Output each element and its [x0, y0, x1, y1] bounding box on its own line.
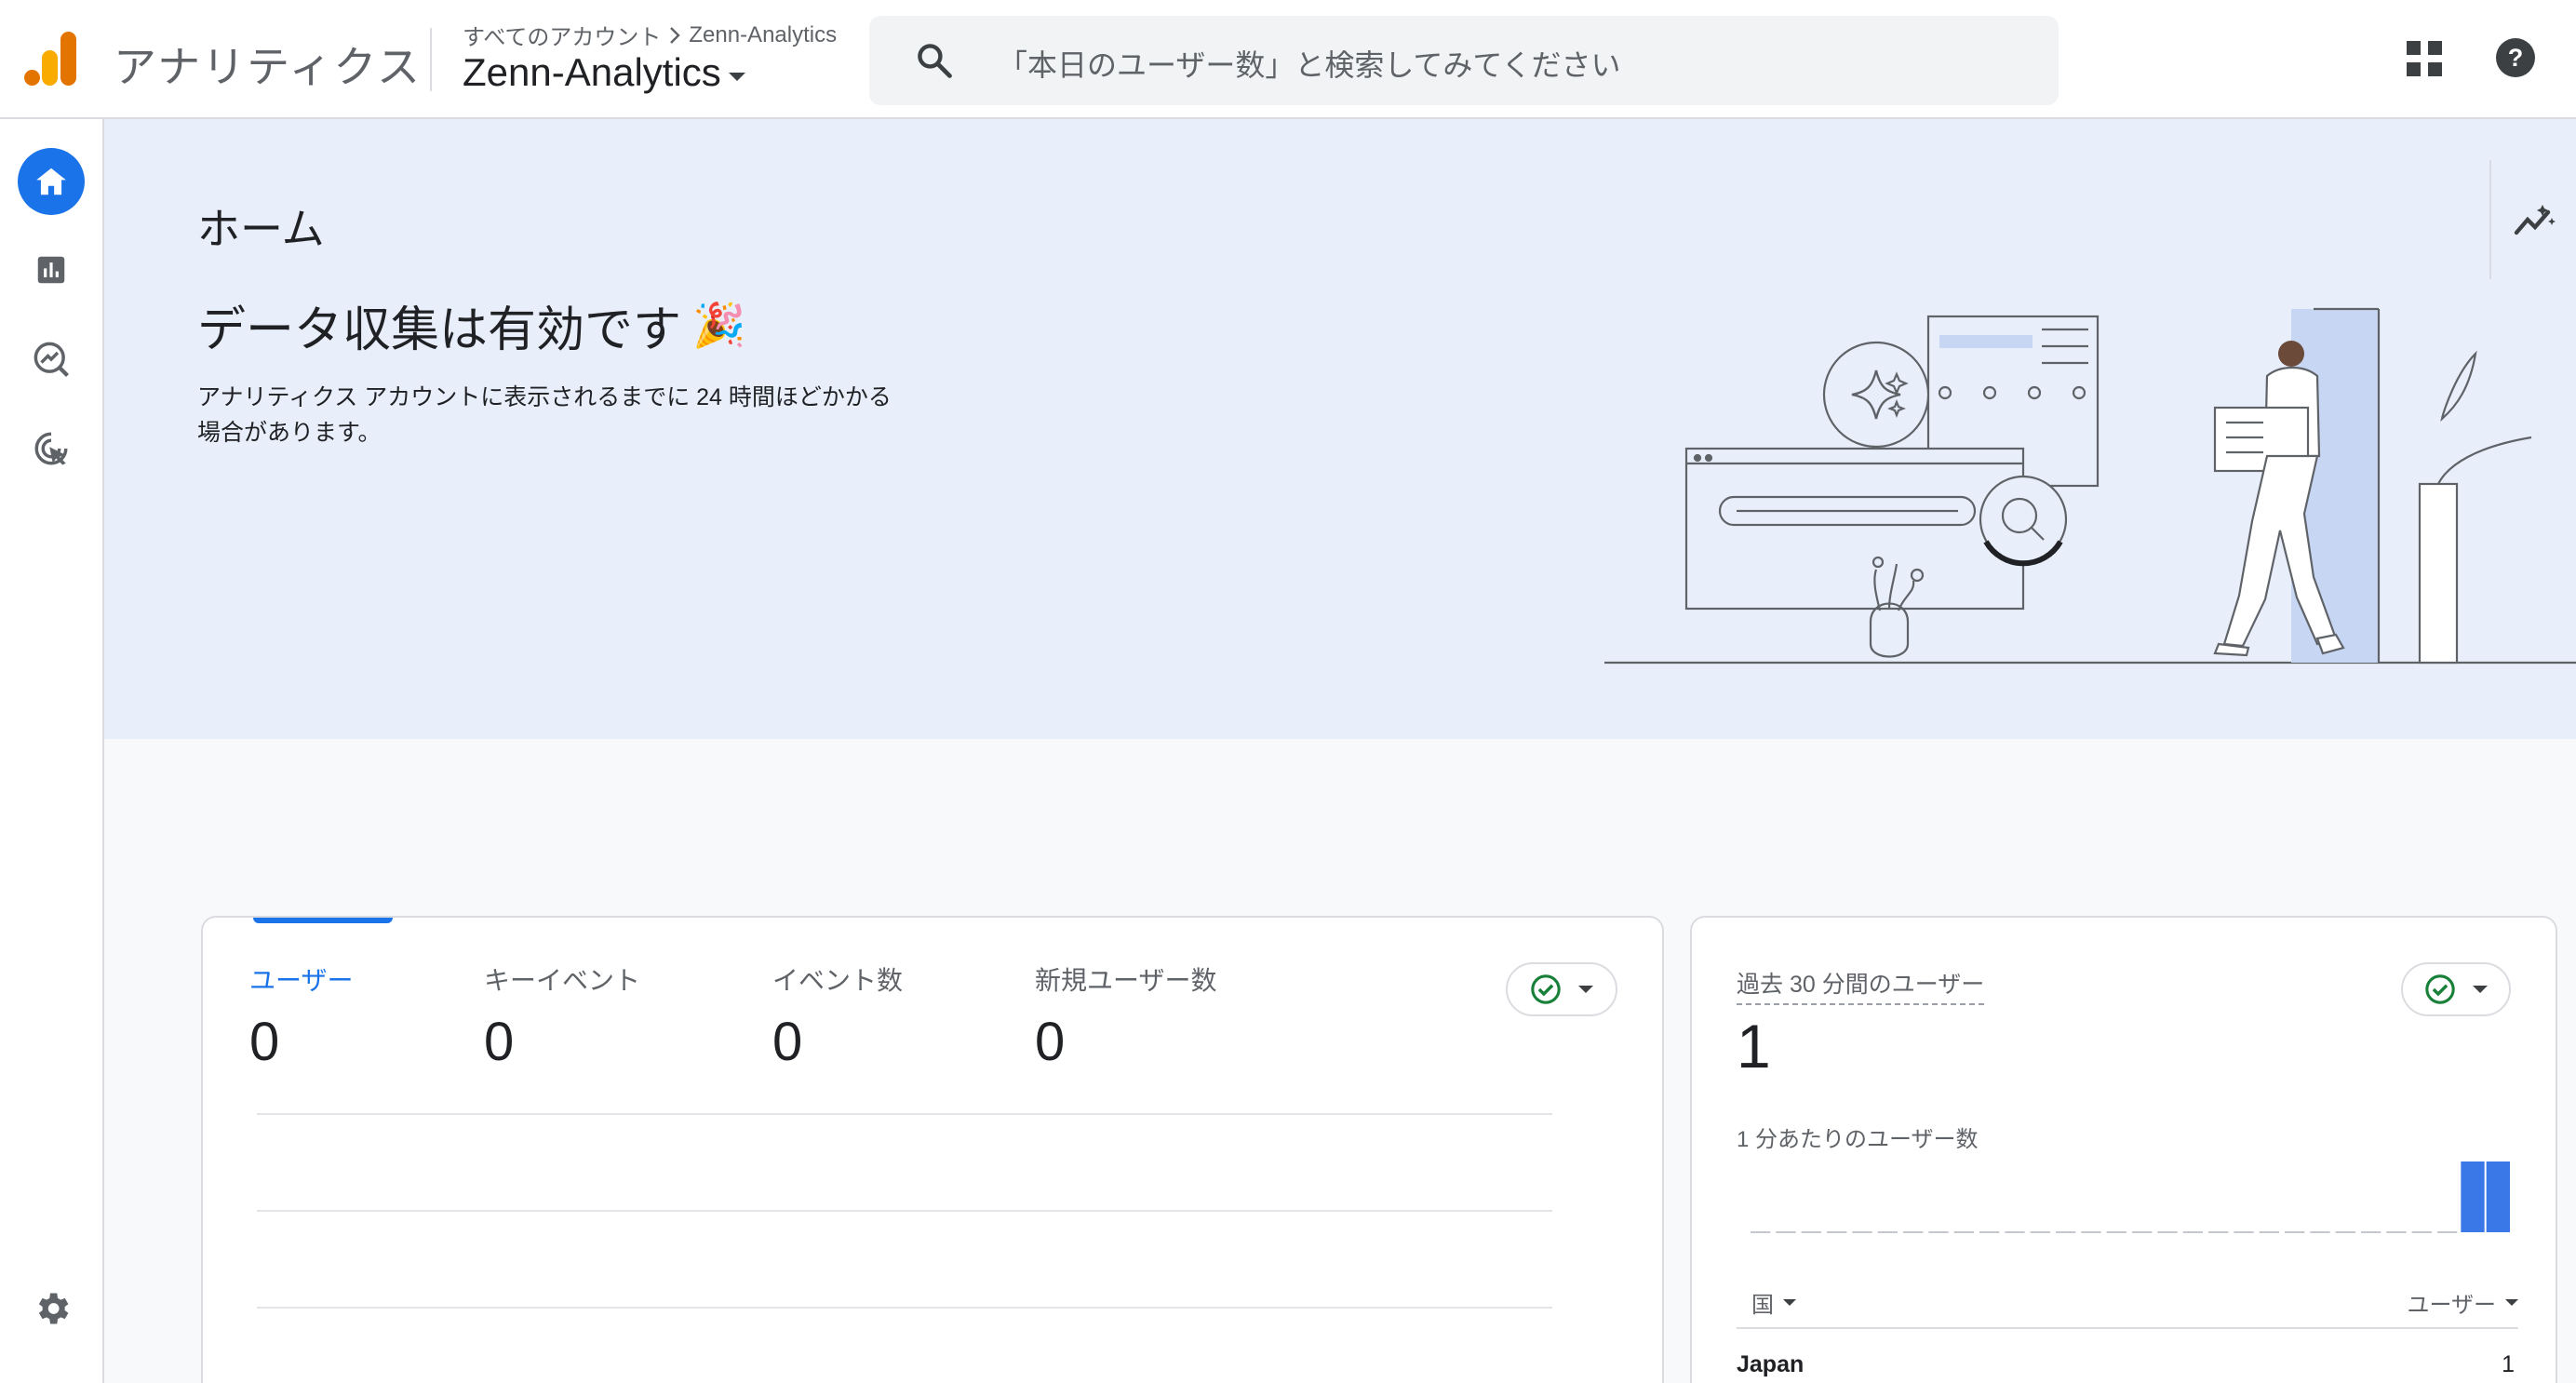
caret-down-icon	[2473, 986, 2488, 993]
insight-divider	[2489, 160, 2491, 279]
metric-label: 新規ユーザー数	[1035, 966, 1217, 995]
nav-explore[interactable]	[18, 326, 85, 393]
metric-label: ユーザー	[249, 966, 354, 995]
caret-down-icon	[1578, 986, 1593, 993]
nav-reports[interactable]	[18, 236, 85, 303]
chart-gridline	[257, 1210, 1552, 1212]
chevron-right-icon	[670, 26, 681, 44]
realtime-card: 過去 30 分間のユーザー 1 1 分あたりのユーザー数 国 ユーザー Japa…	[1690, 916, 2557, 1383]
realtime-subtitle: 1 分あたりのユーザー数	[1737, 1127, 1979, 1152]
property-name: Zenn-Analytics	[463, 50, 721, 94]
search-bar[interactable]: 「本日のユーザー数」と検索してみてください	[869, 16, 2059, 105]
metric-label: キーイベント	[484, 966, 641, 995]
breadcrumb-account[interactable]: Zenn-Analytics	[689, 22, 837, 48]
hero-description-line: アナリティクス アカウントに表示されるまでに 24 時間ほどかかる	[197, 384, 892, 410]
column-users-label: ユーザー	[2407, 1293, 2496, 1318]
metric-tab-key-events[interactable]: キーイベント 0	[484, 960, 640, 1073]
caret-down-icon	[728, 72, 745, 81]
metric-value: 0	[249, 1012, 280, 1072]
column-country-dropdown[interactable]: 国	[1751, 1286, 1796, 1319]
hero-description-line: 場合があります。	[197, 420, 382, 446]
chart-bar	[2486, 1161, 2510, 1232]
page-title: ホーム	[197, 205, 325, 253]
hero-description: アナリティクス アカウントに表示されるまでに 24 時間ほどかかる 場合がありま…	[197, 380, 942, 450]
top-app-bar: アナリティクス すべてのアカウント Zenn-Analytics Zenn-An…	[0, 0, 2576, 119]
insights-sparkline-icon[interactable]	[2513, 199, 2557, 244]
column-country-label: 国	[1751, 1293, 1774, 1318]
realtime-title[interactable]: 過去 30 分間のユーザー	[1737, 966, 1985, 1005]
nav-home[interactable]	[18, 148, 85, 215]
advertising-icon	[34, 432, 68, 465]
data-status-dropdown[interactable]	[2401, 962, 2511, 1016]
app-name: アナリティクス	[114, 43, 422, 91]
column-users-dropdown[interactable]: ユーザー	[2407, 1286, 2518, 1319]
check-circle-icon	[2425, 974, 2455, 1004]
metric-label: イベント数	[772, 966, 904, 995]
caret-down-icon	[1783, 1299, 1796, 1306]
explore-icon	[34, 342, 69, 377]
summary-card: ユーザー 0 キーイベント 0 イベント数 0 新規ユーザー数 0	[201, 916, 1664, 1383]
property-selector[interactable]: Zenn-Analytics	[463, 50, 745, 95]
hero-illustration	[1604, 307, 2576, 665]
table-row-users: 1	[2502, 1351, 2515, 1377]
users-per-minute-chart	[1751, 1161, 2510, 1233]
data-status-dropdown[interactable]	[1506, 962, 1617, 1016]
chart-gridline	[257, 1307, 1552, 1309]
gear-icon[interactable]	[32, 1288, 73, 1329]
metric-value: 0	[1035, 1012, 1066, 1072]
active-tab-indicator	[253, 918, 393, 923]
metric-tab-new-users[interactable]: 新規ユーザー数 0	[1035, 960, 1216, 1073]
bar-chart-icon	[37, 256, 65, 284]
svg-text:?: ?	[2508, 44, 2524, 72]
check-circle-icon	[1531, 974, 1561, 1004]
metric-value: 0	[772, 1012, 803, 1072]
chart-bar	[2461, 1161, 2485, 1232]
home-icon	[36, 168, 66, 195]
search-input[interactable]: 「本日のユーザー数」と検索してみてください	[998, 42, 1620, 85]
header-divider	[430, 28, 432, 91]
hero-heading-text: データ収集は有効です	[197, 303, 682, 357]
analytics-logo-icon[interactable]	[24, 32, 78, 87]
realtime-table-header: 国 ユーザー	[1737, 1286, 2518, 1329]
apps-grid-icon[interactable]	[2407, 41, 2442, 76]
hero-heading: データ収集は有効です 🎉	[197, 290, 745, 360]
breadcrumb-root[interactable]: すべてのアカウント	[463, 19, 661, 51]
party-popper-icon: 🎉	[692, 301, 746, 349]
metric-tab-event-count[interactable]: イベント数 0	[772, 960, 903, 1073]
metric-value: 0	[484, 1012, 515, 1072]
chart-gridline	[257, 1113, 1552, 1115]
breadcrumb[interactable]: すべてのアカウント Zenn-Analytics	[463, 19, 837, 51]
nav-advertising[interactable]	[18, 415, 85, 482]
caret-down-icon	[2505, 1299, 2518, 1306]
search-icon	[918, 44, 952, 78]
left-nav-rail	[0, 119, 104, 1383]
realtime-value: 1	[1737, 1012, 1771, 1081]
metric-tab-users[interactable]: ユーザー 0	[249, 960, 353, 1073]
table-row-country: Japan	[1737, 1351, 1805, 1377]
page: アナリティクス すべてのアカウント Zenn-Analytics Zenn-An…	[0, 0, 2576, 1383]
help-icon[interactable]: ?	[2495, 37, 2536, 78]
